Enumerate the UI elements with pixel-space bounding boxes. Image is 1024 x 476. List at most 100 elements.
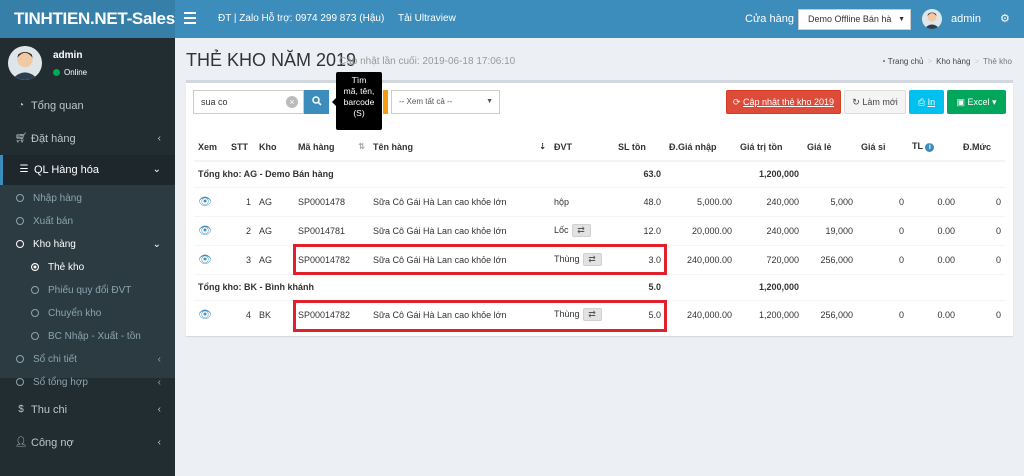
sidebar-item-bc-nxt[interactable]: BC Nhập - Xuất - tồn (0, 325, 175, 348)
col-header-code[interactable]: Mã hàng ⇅ (294, 133, 369, 162)
filter-select[interactable]: -- Xem tất cả -- ▼ (391, 90, 500, 114)
chevron-left-icon: ‹ (157, 437, 161, 448)
breadcrumb-mid[interactable]: Kho hàng (936, 57, 970, 66)
filter-accent (383, 90, 388, 114)
breadcrumb-separator: > (927, 57, 933, 66)
sidebar-item-the-kho[interactable]: Thẻ kho (0, 256, 175, 279)
col-header-norm[interactable]: Đ.Mức (959, 133, 1005, 162)
sidebar-item-products[interactable]: ☰ QL Hàng hóa ⌄ (0, 155, 175, 185)
sidebar-item-chuyen-kho[interactable]: Chuyển kho (0, 302, 175, 325)
sidebar-item-orders[interactable]: 🛒︎ Đặt hàng ‹ (0, 124, 175, 154)
breadcrumb-home[interactable]: Trang chủ (888, 57, 924, 66)
cell-retail-price: 19,000 (803, 215, 857, 245)
cell-purchase-price: 5,000.00 (665, 186, 736, 216)
col-header-tl[interactable]: TL i (908, 133, 959, 162)
sort-asc-icon: ⇣ (539, 141, 546, 151)
clear-icon[interactable]: × (286, 96, 298, 108)
search-button[interactable] (304, 90, 329, 114)
excel-button[interactable]: ▣ Excel ▾ (947, 90, 1006, 114)
chevron-left-icon: ‹ (157, 377, 161, 388)
user-icon: 👤︎ (14, 437, 28, 448)
update-stock-card-button[interactable]: ⟳ Cập nhật thẻ kho 2019 (726, 90, 841, 114)
sidebar-item-xuat-ban[interactable]: Xuất bán (0, 210, 175, 233)
circle-icon (31, 309, 39, 317)
sidebar-item-label: Xuất bán (33, 216, 74, 227)
cell-purchase-price: 20,000.00 (665, 215, 736, 245)
cell-stt: 3 (227, 244, 255, 274)
table-row: 👁︎ 4 BK SP00014782 Sữa Cô Gái Hà Lan cao… (194, 299, 1005, 329)
cell-stt: 2 (227, 215, 255, 245)
sidebar-item-cong-no[interactable]: 👤︎ Công nợ ‹ (0, 428, 175, 458)
col-header-wholesale-price[interactable]: Giá sỉ (857, 133, 908, 162)
reload-button[interactable]: ↻ Làm mới (844, 90, 906, 114)
store-select-value: Demo Offline Bán hà (808, 14, 892, 24)
cell-wholesale-price: 0 (857, 299, 908, 329)
sidebar-item-so-chi-tiet[interactable]: Sổ chi tiết ‹ (0, 348, 175, 371)
cell-norm: 0 (959, 186, 1005, 216)
exchange-icon[interactable]: ⇄ (571, 224, 591, 237)
col-header-retail-price[interactable]: Giá lẻ (803, 133, 857, 162)
circle-icon (16, 194, 24, 202)
caret-down-icon: ▾ (992, 97, 997, 107)
col-header-warehouse[interactable]: Kho (255, 133, 294, 162)
table-header-row: Xem STT Kho Mã hàng ⇅ Tên hàng ⇣ ĐVT SL … (194, 133, 1005, 162)
gears-icon[interactable]: ⚙ (1000, 12, 1010, 25)
cell-warehouse: AG (255, 186, 294, 216)
sidebar-item-label: Sổ chi tiết (33, 354, 77, 365)
col-header-stock-value[interactable]: Giá trị tồn (736, 133, 803, 162)
col-header-purchase-price[interactable]: Đ.Giá nhập (665, 133, 736, 162)
print-button[interactable]: ⎙ In (909, 90, 944, 114)
sidebar-item-kho-hang[interactable]: Kho hàng ⌄ (0, 233, 175, 256)
sidebar-item-label: Sổ tổng hợp (33, 377, 88, 388)
eye-icon[interactable]: 👁︎ (198, 225, 212, 237)
sidebar-item-thu-chi[interactable]: $ Thu chi ‹ (0, 395, 175, 425)
search-tooltip: Tìm mã, tên, barcode (S) (336, 72, 382, 130)
eye-icon[interactable]: 👁︎ (198, 254, 212, 266)
ultraview-link[interactable]: Tải Ultraview (398, 13, 456, 25)
cell-stock-value: 1,200,000 (736, 299, 803, 329)
view-cell: 👁︎ (194, 186, 227, 216)
sidebar-item-overview[interactable]: ◔ Tổng quan (0, 91, 175, 121)
cell-stock-qty: 3.0 (614, 244, 665, 274)
cell-wholesale-price: 0 (857, 186, 908, 216)
menu-toggle-icon[interactable] (184, 12, 196, 26)
cell-name: Sữa Cô Gái Hà Lan cao khỏe lớn (369, 299, 550, 329)
col-header-view: Xem (194, 133, 227, 162)
search-input[interactable]: sua co × (193, 90, 304, 114)
sidebar-item-nhap-hang[interactable]: Nhập hàng (0, 187, 175, 210)
cell-name: Sữa Cô Gái Hà Lan cao khỏe lớn (369, 244, 550, 274)
top-navbar: TINHTIEN.NET-Sales ĐT | Zalo Hỗ trợ: 097… (0, 0, 1024, 38)
sidebar-item-label: Đặt hàng (31, 133, 76, 145)
info-icon[interactable]: i (925, 143, 935, 152)
view-cell: 👁︎ (194, 215, 227, 245)
sidebar-item-label: BC Nhập - Xuất - tồn (48, 331, 141, 342)
sidebar-item-label: Thẻ kho (48, 262, 85, 273)
breadcrumb-separator: > (974, 57, 980, 66)
cell-tl: 0.00 (908, 215, 959, 245)
col-header-name[interactable]: Tên hàng ⇣ (369, 133, 550, 162)
store-select[interactable]: Demo Offline Bán hà ▼ (798, 9, 911, 30)
refresh-icon: ↻ (852, 97, 860, 107)
eye-icon[interactable]: 👁︎ (198, 309, 212, 321)
sidebar-item-phieu-quy-doi[interactable]: Phiếu quy đổi ĐVT (0, 279, 175, 302)
eye-icon[interactable]: 👁︎ (198, 196, 212, 208)
sidebar-item-label: Nhập hàng (33, 193, 82, 204)
group-title: Tổng kho: BK - Bình khánh (194, 273, 614, 300)
sidebar: admin Online ◔ Tổng quan 🛒︎ Đặt hàng ‹ ☰… (0, 38, 175, 476)
breadcrumb: ◔ Trang chủ > Kho hàng > Thẻ kho (881, 57, 1012, 66)
col-header-stt[interactable]: STT (227, 133, 255, 162)
sidebar-item-so-tong-hop[interactable]: Sổ tổng hợp ‹ (0, 371, 175, 394)
empty-cell (665, 273, 736, 300)
col-header-unit[interactable]: ĐVT (550, 133, 614, 162)
button-label: Làm mới (862, 97, 898, 107)
col-header-stock-qty[interactable]: SL tồn (614, 133, 665, 162)
brand-logo[interactable]: TINHTIEN.NET-Sales (0, 0, 175, 38)
user-menu[interactable]: admin (951, 13, 981, 25)
online-dot-icon (53, 69, 60, 76)
cell-retail-price: 5,000 (803, 186, 857, 216)
cell-norm: 0 (959, 244, 1005, 274)
avatar[interactable] (922, 9, 942, 29)
cell-code: SP00014782 (294, 299, 369, 329)
exchange-icon[interactable]: ⇄ (582, 308, 602, 322)
exchange-icon[interactable]: ⇄ (582, 253, 602, 266)
